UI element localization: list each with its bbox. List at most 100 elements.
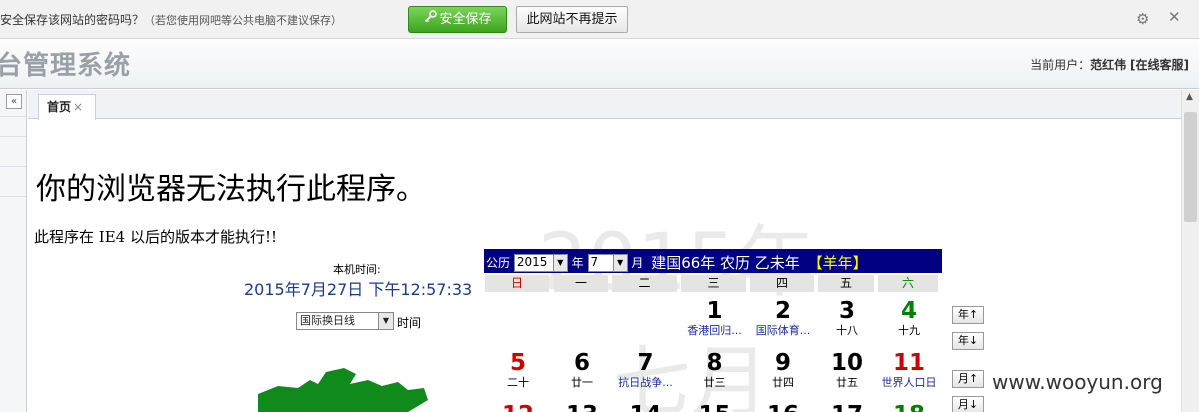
calendar-day-lunar: 香港回归... <box>687 324 742 337</box>
calendar-day[interactable]: 6 廿一 <box>549 350 615 390</box>
calendar-day-number: 11 <box>892 350 925 376</box>
tab-home-label: 首页 <box>47 100 72 114</box>
calendar-day[interactable]: 3 十八 <box>814 298 880 338</box>
chevron-down-icon: ▼ <box>552 254 567 271</box>
lunar-info: 建国66年 农历 乙未年 <box>651 254 800 272</box>
calendar-day[interactable]: 12 <box>485 402 551 412</box>
calendar-day-lunar: 廿四 <box>772 376 794 389</box>
year-select-value: 2015 <box>516 254 548 269</box>
calendar-day-number: 5 <box>509 350 526 376</box>
weekday-header: 一 <box>554 275 608 292</box>
calendar-day[interactable]: 17 <box>814 402 880 412</box>
collapse-sidebar-icon[interactable]: « <box>6 94 22 109</box>
browser-error-heading: 你的浏览器无法执行此程序。 <box>36 172 426 207</box>
tab-close-icon[interactable]: × <box>73 100 83 114</box>
weekday-header: 四 <box>750 275 814 292</box>
browser-error-subtext: 此程序在 IE4 以后的版本才能执行!! <box>34 228 278 246</box>
month-down-button[interactable]: 月↓ <box>952 396 984 412</box>
scroll-thumb[interactable] <box>1184 112 1197 222</box>
calendar-header: 公历 2015 ▼ 年 7 ▼ 月 建国66年 农历 乙未年 【羊年】 <box>484 249 942 273</box>
month-up-button[interactable]: 月↑ <box>952 370 984 388</box>
calendar-day[interactable]: 4 十九 <box>876 298 942 338</box>
gregorian-label: 公历 <box>486 256 511 270</box>
timezone-select[interactable]: 国际换日线 ▼ <box>296 312 394 330</box>
year-down-button[interactable]: 年↓ <box>952 332 984 350</box>
weekday-header: 三 <box>681 275 746 292</box>
local-time-label: 本机时间: <box>333 263 381 276</box>
calendar-day[interactable]: 13 <box>549 402 615 412</box>
site-watermark: www.wooyun.org <box>992 370 1163 394</box>
calendar-day-number: 16 <box>750 402 816 412</box>
calendar-day-lunar: 国际体育... <box>755 324 811 337</box>
chevron-down-icon: ▼ <box>378 313 393 329</box>
calendar-day[interactable]: 15 <box>682 402 748 412</box>
year-unit: 年 <box>571 256 584 270</box>
calendar-day-number: 6 <box>573 350 590 376</box>
app-header: 台管理系统 当前用户：范红伟 [在线客服] <box>0 39 1199 89</box>
online-service-link[interactable]: [在线客服] <box>1130 58 1189 72</box>
calendar-day[interactable]: 11 世界人口日 <box>876 350 942 390</box>
calendar-day-number: 18 <box>876 402 942 412</box>
vertical-scrollbar[interactable]: ▲ <box>1181 90 1199 412</box>
calendar-day-number: 10 <box>830 350 863 376</box>
weekday-header: 日 <box>485 275 549 292</box>
calendar-day[interactable]: 16 <box>750 402 816 412</box>
calendar-day[interactable]: 7 抗日战争... <box>613 350 679 390</box>
calendar-day-number: 12 <box>485 402 551 412</box>
calendar-day[interactable]: 18 <box>876 402 942 412</box>
calendar-day-number: 14 <box>613 402 679 412</box>
save-password-button[interactable]: 安全保存 <box>408 6 507 33</box>
current-user: 当前用户：范红伟 [在线客服] <box>1030 56 1189 73</box>
never-for-site-button[interactable]: 此网站不再提示 <box>516 6 628 33</box>
world-map-image <box>258 368 428 412</box>
system-title: 台管理系统 <box>0 51 132 81</box>
calendar-day-number: 17 <box>814 402 880 412</box>
save-password-label: 安全保存 <box>439 12 492 27</box>
sidebar-divider <box>0 166 26 167</box>
zodiac-year: 【羊年】 <box>807 254 868 272</box>
sidebar-divider <box>0 116 26 117</box>
current-user-prefix: 当前用户： <box>1030 58 1091 72</box>
calendar-day-number: 8 <box>706 350 723 376</box>
password-save-question: 安全保存该网站的密码吗？ <box>0 13 145 27</box>
local-time-value: 2015年7月27日 下午12:57:33 <box>244 280 473 299</box>
calendar-day[interactable]: 1 香港回归... <box>682 298 748 338</box>
scroll-up-icon[interactable]: ▲ <box>1186 92 1193 102</box>
year-select[interactable]: 2015 ▼ <box>513 253 568 272</box>
gear-icon[interactable]: ⚙ <box>1136 10 1149 28</box>
calendar-day-number: 7 <box>637 350 654 376</box>
sidebar-divider <box>0 136 26 137</box>
calendar-day-lunar: 廿五 <box>836 376 858 389</box>
calendar-day[interactable]: 10 廿五 <box>814 350 880 390</box>
close-icon[interactable]: ✕ <box>1168 8 1181 26</box>
calendar-day-number: 9 <box>774 350 791 376</box>
weekday-header: 二 <box>612 275 677 292</box>
calendar-day[interactable]: 8 廿三 <box>682 350 748 390</box>
calendar-day-number: 2 <box>774 298 791 324</box>
calendar-day-lunar: 世界人口日 <box>881 376 937 389</box>
calendar-day-number: 3 <box>838 298 855 324</box>
password-save-message: 安全保存该网站的密码吗？（若您使用网吧等公共电脑不建议保存） <box>0 11 342 28</box>
calendar-day-number: 13 <box>549 402 615 412</box>
calendar-day-number: 4 <box>900 298 917 324</box>
calendar-day[interactable]: 14 <box>613 402 679 412</box>
weekday-header: 五 <box>818 275 874 292</box>
timezone-selected: 国际换日线 <box>300 314 355 327</box>
calendar-day[interactable]: 2 国际体育... <box>750 298 816 338</box>
year-up-button[interactable]: 年↑ <box>952 306 984 324</box>
calendar-day-lunar: 廿三 <box>703 376 726 389</box>
month-select-value: 7 <box>590 254 599 269</box>
calendar-day-lunar: 抗日战争... <box>618 376 673 389</box>
weekday-header: 六 <box>878 275 938 292</box>
month-select[interactable]: 7 ▼ <box>587 253 628 272</box>
calendar-day[interactable]: 5 二十 <box>485 350 551 390</box>
chevron-down-icon: ▼ <box>612 254 627 271</box>
calendar-day[interactable]: 9 廿四 <box>750 350 816 390</box>
tab-home[interactable]: 首页 × <box>38 94 96 120</box>
calendar-day-lunar: 廿一 <box>571 376 593 389</box>
password-save-hint: （若您使用网吧等公共电脑不建议保存） <box>144 14 343 27</box>
current-user-name: 范红伟 <box>1090 58 1127 72</box>
sidebar-divider <box>0 196 26 197</box>
left-sidebar: « <box>0 90 27 412</box>
month-unit: 月 <box>631 256 644 270</box>
